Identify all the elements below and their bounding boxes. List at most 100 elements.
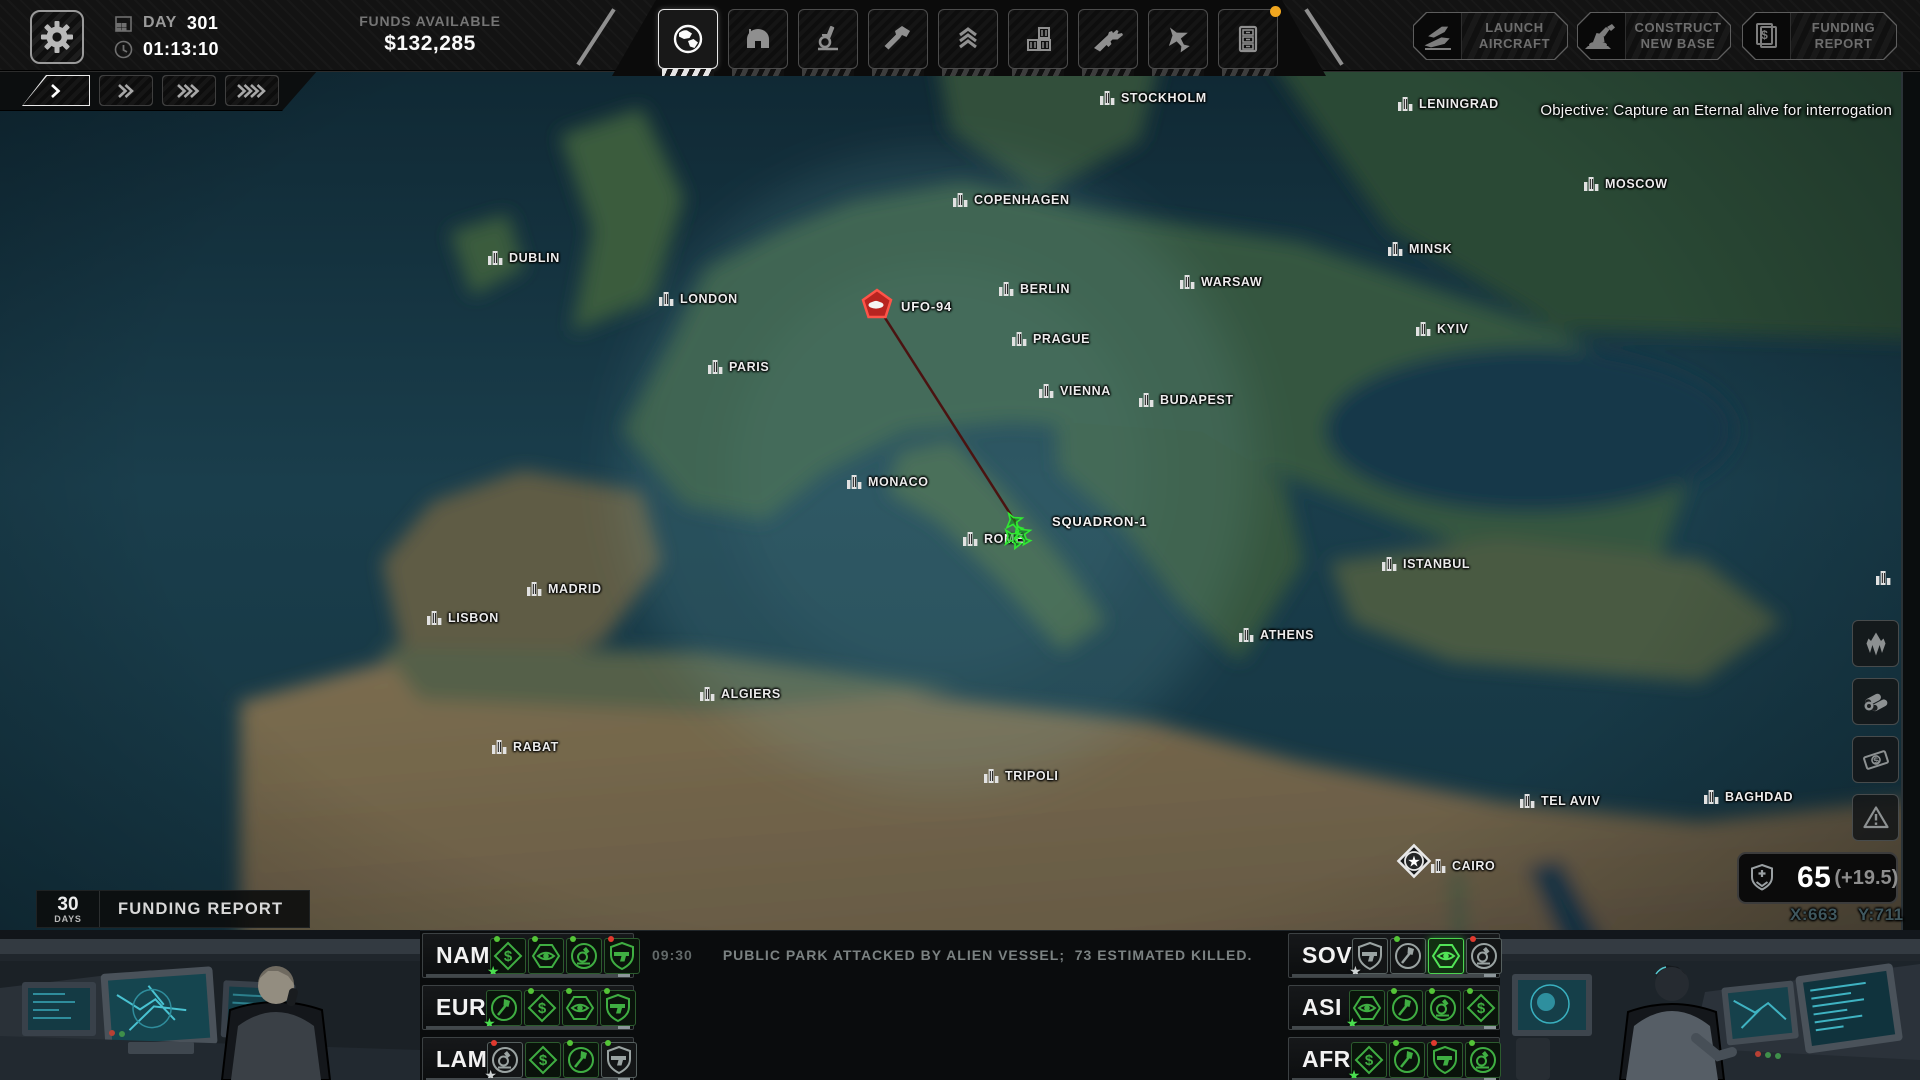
relation-dollar-tile: $ [524, 990, 560, 1026]
nav-personnel-button[interactable] [938, 9, 998, 69]
region-progress-bar [426, 974, 630, 977]
dollar-doc-icon: $ [1743, 13, 1791, 59]
city-icon [1382, 557, 1398, 571]
city-label: ALGIERS [721, 687, 781, 701]
days-value: 30 [37, 895, 99, 914]
status-dot-green [494, 936, 500, 942]
svg-text:★: ★ [1407, 854, 1420, 871]
settings-button[interactable] [30, 10, 84, 64]
construct-new-base-button[interactable]: CONSTRUCTNEW BASE [1577, 12, 1731, 60]
time-speed-2-button[interactable] [99, 75, 153, 106]
relation-microscope-tile [566, 938, 602, 974]
hazard-stripe [872, 69, 924, 77]
city-paris: PARIS [708, 360, 769, 374]
region-row-sov: SOV★ [1288, 933, 1500, 978]
funds-value: $132,285 [330, 32, 530, 56]
rifle-icon [1091, 22, 1125, 56]
relation-dollar-tile: $★ [490, 938, 526, 974]
nav-archive-button[interactable] [1218, 9, 1278, 69]
button-label: LAUNCHAIRCRAFT [1462, 13, 1567, 59]
funds-resource-button[interactable]: $ [1852, 736, 1899, 783]
relation-gun-tile: ★ [1352, 938, 1388, 974]
ufo-icon [861, 288, 893, 325]
region-row-eur: EUR★$ [422, 985, 634, 1030]
jet-icon [1161, 22, 1195, 56]
squadron-marker[interactable]: SQUADRON-1 [998, 510, 1147, 559]
time-speed-4-button[interactable] [225, 75, 279, 106]
objective-text: Objective: Capture an Eternal alive for … [1540, 102, 1892, 119]
wrench-icon [881, 22, 915, 56]
city-algiers: ALGIERS [700, 687, 781, 701]
relation-tiles: ★$ [486, 990, 636, 1026]
score-value: 65 [1797, 861, 1831, 895]
nav-armory-button[interactable] [1078, 9, 1138, 69]
nav-base-button[interactable] [728, 9, 788, 69]
city-unnamed [1876, 571, 1892, 585]
relation-microscope-tile [1466, 938, 1502, 974]
city-istanbul: ISTANBUL [1382, 557, 1470, 571]
chevron-icon [163, 76, 215, 105]
city-cairo: CAIRO [1431, 859, 1495, 873]
calendar-icon [114, 14, 133, 33]
city-tel-aviv: TEL AVIV [1520, 794, 1600, 808]
hazard-stripe [732, 69, 784, 77]
region-code: SOV [1289, 942, 1352, 969]
status-dot-red [491, 1040, 497, 1046]
status-dot-green [567, 1040, 573, 1046]
news-ticker: 09:30 PUBLIC PARK ATTACKED BY ALIEN VESS… [652, 947, 1252, 963]
city-label: BUDAPEST [1160, 393, 1234, 407]
label-line: AIRCRAFT [1479, 36, 1550, 52]
alerts-button[interactable] [1852, 794, 1899, 841]
region-code: EUR [423, 994, 486, 1021]
status-dot-red [1470, 936, 1476, 942]
nav-stores-button[interactable] [1008, 9, 1068, 69]
base-marker[interactable]: ★ [1395, 842, 1433, 885]
label-line: CONSTRUCT [1634, 20, 1721, 36]
ufo-marker[interactable]: UFO-94 [861, 288, 952, 325]
money-icon: $ [1862, 746, 1890, 774]
time-speed-1-button[interactable] [22, 75, 90, 106]
shield-plus-icon [1749, 863, 1775, 893]
hazard-stripe [1222, 69, 1274, 77]
city-icon [984, 769, 1000, 783]
relation-gun-tile [1427, 1042, 1463, 1078]
region-panel-left: NAM$★EUR★$LAM★$ [422, 933, 634, 1080]
city-label: CAIRO [1452, 859, 1495, 873]
status-dot-green [1469, 1040, 1475, 1046]
city-icon [492, 740, 508, 754]
launch-icon [1414, 13, 1462, 59]
squadron-jets-icon [998, 510, 1044, 559]
svg-text:$: $ [539, 1052, 548, 1069]
hazard-stripe [1012, 69, 1064, 77]
button-body: CONSTRUCTNEW BASE [1578, 13, 1730, 59]
city-kyiv: KYIV [1416, 322, 1469, 336]
nav-engineering-button[interactable] [868, 9, 928, 69]
region-row-nam: NAM$★ [422, 933, 634, 978]
region-row-lam: LAM★$ [422, 1037, 634, 1080]
alloys-resource-button[interactable] [1852, 678, 1899, 725]
relation-wrench-tile [563, 1042, 599, 1078]
label-line: LAUNCH [1485, 20, 1543, 36]
chevron-icon [100, 76, 152, 105]
funding-report-bar[interactable]: 30 DAYS FUNDING REPORT [36, 890, 310, 928]
alenium-resource-button[interactable] [1852, 620, 1899, 667]
city-icon [1398, 97, 1414, 111]
alloys-icon [1862, 688, 1890, 716]
nav-research-button[interactable] [798, 9, 858, 69]
status-dot-green [566, 988, 572, 994]
label-line: NEW BASE [1641, 36, 1716, 52]
nav-geoscape-button[interactable] [658, 9, 718, 69]
region-code: LAM [423, 1046, 487, 1073]
city-leningrad: LENINGRAD [1398, 97, 1499, 111]
funding-report-button[interactable]: $FUNDINGREPORT [1742, 12, 1897, 60]
relation-wrench-tile [1387, 990, 1423, 1026]
nav-aircraft-button[interactable] [1148, 9, 1208, 69]
status-dot-green [1467, 988, 1473, 994]
relation-tiles: ★$ [487, 1042, 637, 1078]
time-speed-3-button[interactable] [162, 75, 216, 106]
city-label: LENINGRAD [1419, 97, 1499, 111]
launch-aircraft-button[interactable]: LAUNCHAIRCRAFT [1413, 12, 1568, 60]
relation-gun-tile [604, 938, 640, 974]
button-body: LAUNCHAIRCRAFT [1414, 13, 1567, 59]
city-icon [527, 582, 543, 596]
